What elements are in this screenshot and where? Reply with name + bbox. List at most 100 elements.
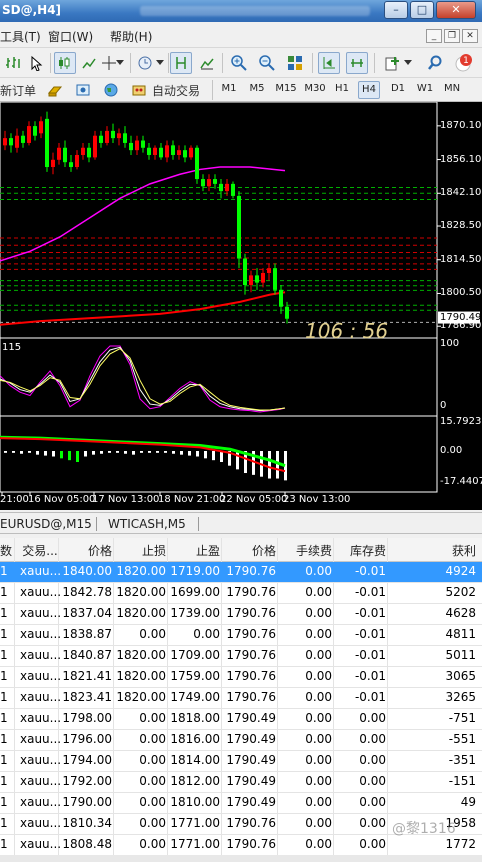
- mdi-close-button[interactable]: ✕: [462, 29, 478, 43]
- candle-body: [75, 154, 79, 168]
- table-cell: -0.01: [354, 669, 386, 683]
- table-cell: 0.00: [305, 669, 332, 683]
- market-watch-icon[interactable]: [72, 79, 94, 101]
- line-chart-icon[interactable]: [78, 52, 100, 74]
- column-header[interactable]: 获利: [388, 542, 476, 559]
- table-row[interactable]: 1 xauu... 1837.04 1820.00 1739.00 1790.76 0.00…: [0, 604, 482, 625]
- table-row[interactable]: 1 xauu... 1821.41 1820.00 1759.00 1790.76 0.00…: [0, 667, 482, 688]
- table-row[interactable]: 1 xauu... 1840.00 1820.00 1719.00 1790.76 0.00…: [0, 562, 482, 583]
- timeframe-w1-button[interactable]: W1: [414, 81, 436, 99]
- mdi-restore-button[interactable]: ❐: [444, 29, 460, 43]
- gold-bars-icon[interactable]: [44, 79, 66, 101]
- menu-tools[interactable]: 工具(T): [0, 28, 41, 45]
- table-cell: 1818.00: [170, 711, 220, 725]
- stoch-tick-label: 0: [440, 400, 447, 411]
- table-cell: 1: [0, 795, 8, 809]
- candle-body: [141, 140, 145, 148]
- minimize-button[interactable]: –: [384, 1, 408, 19]
- timeframe-m5-button[interactable]: M5: [246, 81, 268, 99]
- timeframe-m1-button[interactable]: M1: [218, 81, 240, 99]
- table-cell: 1: [0, 732, 8, 746]
- macd-histogram-bar: [180, 451, 183, 455]
- tab-eurusd-m15[interactable]: EURUSD@,M15: [0, 517, 92, 531]
- stoch-tick-label: 100: [440, 338, 460, 349]
- zoom-out-icon[interactable]: [256, 52, 278, 74]
- maximize-button[interactable]: □: [410, 1, 434, 19]
- table-row[interactable]: 1 xauu... 1790.00 0.00 1810.00 1790.49 0.00 0.0…: [0, 793, 482, 814]
- table-cell: 1772: [445, 837, 476, 851]
- table-row[interactable]: 1 xauu... 1840.87 1820.00 1709.00 1790.76 0.00…: [0, 646, 482, 667]
- price-tick-label: 1856.10: [440, 153, 482, 165]
- table-cell: 0.00: [359, 753, 386, 767]
- tile-windows-icon[interactable]: [284, 52, 306, 74]
- table-row[interactable]: 1 xauu... 1798.00 0.00 1818.00 1790.49 0.00 0.0…: [0, 709, 482, 730]
- timeframe-d1-button[interactable]: D1: [388, 81, 408, 99]
- table-cell: 1820.00: [116, 648, 166, 662]
- column-header[interactable]: 库存费: [334, 542, 386, 559]
- timeframe-mn-button[interactable]: MN: [440, 81, 464, 99]
- notification-badge-icon[interactable]: 1: [452, 52, 474, 74]
- pointer-icon[interactable]: [26, 52, 48, 74]
- column-header[interactable]: 止损: [114, 542, 166, 559]
- table-cell: -0.01: [354, 627, 386, 641]
- chart-shift-icon[interactable]: [196, 52, 218, 74]
- column-header[interactable]: 数: [0, 542, 12, 559]
- table-row[interactable]: 1 xauu... 1808.48 0.00 1771.00 1790.76 0.00 0.0…: [0, 835, 482, 856]
- mdi-minimize-button[interactable]: _: [426, 29, 442, 43]
- timeframe-m15-button[interactable]: M15: [274, 81, 298, 99]
- globe-icon[interactable]: [100, 79, 122, 101]
- table-row[interactable]: 1 xauu... 1823.41 1820.00 1749.00 1790.76 0.00…: [0, 688, 482, 709]
- new-order-button[interactable]: 新订单: [0, 82, 36, 99]
- trading-toolbar: 新订单 自动交易 M1 M5 M15 M30 H1 H4 D1 W1 MN: [0, 78, 482, 102]
- timeframe-h4-button[interactable]: H4: [358, 81, 380, 99]
- candle-body: [261, 272, 265, 283]
- timeframe-m30-button[interactable]: M30: [302, 81, 328, 99]
- column-header[interactable]: 价格: [60, 542, 112, 559]
- table-row[interactable]: 1 xauu... 1794.00 0.00 1814.00 1790.49 0.00 0.0…: [0, 751, 482, 772]
- table-row[interactable]: 1 xauu... 1838.87 0.00 0.00 1790.76 0.00 -0.01 4…: [0, 625, 482, 646]
- candle-body: [21, 135, 25, 143]
- stoch-main-line: [0, 345, 286, 413]
- dropdown-chevron-icon[interactable]: [154, 52, 166, 74]
- period-icon[interactable]: [134, 52, 156, 74]
- menu-help[interactable]: 帮助(H): [110, 28, 152, 45]
- stoch-indicator-label: 115: [2, 342, 22, 353]
- dropdown-chevron-icon[interactable]: [402, 52, 414, 74]
- table-row[interactable]: 1 xauu... 1792.00 0.00 1812.00 1790.49 0.00 0.0…: [0, 772, 482, 793]
- zoom-in-icon[interactable]: [228, 52, 250, 74]
- column-header[interactable]: 手续费: [278, 542, 332, 559]
- tab-wticash-m5[interactable]: WTICASH,M5: [108, 517, 186, 531]
- column-header[interactable]: 价格: [222, 542, 276, 559]
- candlestick-chart-icon[interactable]: [54, 52, 76, 74]
- chart-scroll-icon[interactable]: [318, 52, 340, 74]
- chart-canvas: 106 : 56: [0, 102, 480, 495]
- auto-trading-button[interactable]: 自动交易: [152, 82, 200, 99]
- table-row[interactable]: 1 xauu... 1796.00 0.00 1816.00 1790.49 0.00 0.0…: [0, 730, 482, 751]
- chart-autoscroll-icon[interactable]: [346, 52, 368, 74]
- auto-scroll-icon[interactable]: [170, 52, 192, 74]
- close-button[interactable]: ✕: [436, 1, 476, 19]
- candle-body: [69, 162, 73, 168]
- table-row[interactable]: 1 xauu... 1842.78 1820.00 1699.00 1790.76 0.00…: [0, 583, 482, 604]
- indicators-icon[interactable]: [382, 52, 404, 74]
- macd-histogram-bar: [76, 451, 79, 463]
- timeframe-h1-button[interactable]: H1: [332, 81, 352, 99]
- column-header[interactable]: 交易...: [20, 542, 60, 559]
- bar-chart-icon[interactable]: [2, 52, 24, 74]
- table-cell: 0.00: [359, 816, 386, 830]
- table-cell: 1790.76: [226, 648, 276, 662]
- table-cell: -751: [448, 711, 476, 725]
- table-cell: xauu...: [20, 774, 62, 788]
- candle-body: [285, 306, 289, 319]
- menu-window[interactable]: 窗口(W): [48, 28, 93, 45]
- price-chart[interactable]: 106 : 56 1870.10 1856.10 1842.10 1828.50 181…: [0, 102, 482, 510]
- expert-advisor-icon[interactable]: [128, 79, 150, 101]
- macd-histogram-bar: [116, 451, 119, 453]
- macd-histogram-bar: [220, 451, 223, 463]
- table-cell: 1820.00: [116, 585, 166, 599]
- search-icon[interactable]: [424, 52, 446, 74]
- main-panel-frame: [0, 102, 438, 339]
- dropdown-chevron-icon[interactable]: [114, 52, 126, 74]
- column-header[interactable]: 止盈: [168, 542, 220, 559]
- table-cell: 3065: [445, 669, 476, 683]
